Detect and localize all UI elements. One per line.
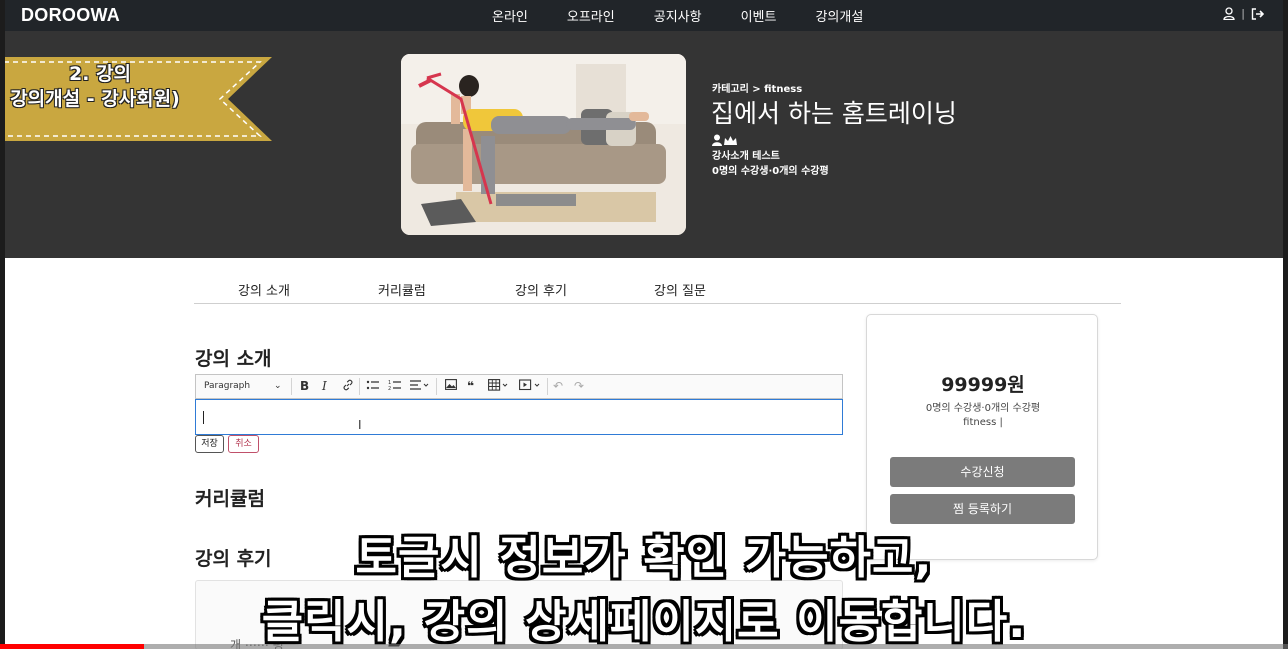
svg-text:2: 2 xyxy=(388,386,391,391)
nav-separator: | xyxy=(1241,7,1245,20)
table-icon[interactable] xyxy=(488,379,510,394)
undo-icon[interactable]: ↶ xyxy=(553,379,563,393)
section-intro-heading: 강의 소개 xyxy=(195,348,272,370)
toolbar-divider xyxy=(547,378,548,395)
tab-intro[interactable]: 강의 소개 xyxy=(238,280,290,299)
align-icon[interactable] xyxy=(410,379,430,394)
nav-link-notice[interactable]: 공지사항 xyxy=(654,6,702,25)
logout-icon[interactable] xyxy=(1251,7,1264,20)
section-curriculum-heading: 커리큘럼 xyxy=(195,488,265,510)
italic-icon[interactable]: I xyxy=(322,379,327,393)
nav-link-event[interactable]: 이벤트 xyxy=(741,6,777,25)
cancel-button[interactable]: 취소 xyxy=(228,435,259,453)
bulleted-list-icon[interactable] xyxy=(366,379,379,394)
quote-icon[interactable]: ❝ xyxy=(467,379,474,393)
numbered-list-icon[interactable]: 12 xyxy=(388,379,401,394)
ibeam-cursor-icon: I xyxy=(358,418,362,432)
ribbon-line-1: 2. 강의 xyxy=(68,63,131,85)
course-price: 99999원 xyxy=(941,374,1025,396)
nav-link-offline[interactable]: 오프라인 xyxy=(567,6,615,25)
nav-links: 온라인 오프라인 공지사항 이벤트 강의개설 xyxy=(492,6,902,25)
intro-editor-area[interactable] xyxy=(195,399,843,435)
card-category: fitness | xyxy=(963,417,1003,428)
chevron-down-icon[interactable]: ⌄ xyxy=(274,381,282,391)
video-progress-fill xyxy=(0,644,145,649)
course-title: 집에서 하는 홈트레이닝 xyxy=(711,99,957,128)
tab-curriculum[interactable]: 커리큘럼 xyxy=(378,280,426,299)
subtitle-line-1: 토글시 정보가 확인 가능하고, xyxy=(355,531,933,584)
link-icon[interactable] xyxy=(342,379,354,394)
wishlist-button[interactable]: 찜 등록하기 xyxy=(890,494,1075,524)
course-stats: 0명의 수강생·0개의 수강평 xyxy=(712,166,829,177)
card-stats: 0명의 수강생·0개의 수강평 xyxy=(925,403,1041,414)
top-navbar: DOROOWA 온라인 오프라인 공지사항 이벤트 강의개설 | xyxy=(0,0,1288,31)
bold-icon[interactable]: B xyxy=(300,379,309,393)
screen: DOROOWA 온라인 오프라인 공지사항 이벤트 강의개설 | 카테고리 > … xyxy=(0,0,1288,649)
save-button[interactable]: 저장 xyxy=(195,435,224,453)
redo-icon[interactable]: ↷ xyxy=(574,379,584,393)
course-tabs: 강의 소개 커리큘럼 강의 후기 강의 질문 xyxy=(194,280,1121,304)
subtitle-line-2: 클릭시, 강의 상세페이지로 이동합니다. xyxy=(261,595,1027,648)
image-icon[interactable] xyxy=(445,379,457,393)
enroll-button[interactable]: 수강신청 xyxy=(890,457,1075,487)
instructor-intro: 강사소개 테스트 xyxy=(712,151,780,162)
paragraph-select[interactable]: Paragraph xyxy=(204,381,250,391)
tab-questions[interactable]: 강의 질문 xyxy=(654,280,706,299)
editor-toolbar: Paragraph ⌄ B I 12 ❝ ↶ ↷ xyxy=(195,374,843,399)
user-icon[interactable] xyxy=(1223,7,1235,20)
video-progress-bar[interactable] xyxy=(0,644,1288,649)
toolbar-divider xyxy=(291,378,292,395)
nav-user-actions: | xyxy=(1223,7,1264,20)
brand-logo[interactable]: DOROOWA xyxy=(21,5,120,26)
course-thumbnail xyxy=(401,54,686,235)
tab-reviews[interactable]: 강의 후기 xyxy=(515,280,567,299)
ribbon-line-2: 강의개설 - 강사회원) xyxy=(10,88,180,110)
text-caret xyxy=(203,411,204,424)
toolbar-divider xyxy=(359,378,360,395)
nav-link-online[interactable]: 온라인 xyxy=(492,6,528,25)
media-embed-icon[interactable] xyxy=(519,379,543,394)
course-category: 카테고리 > fitness xyxy=(712,84,803,95)
nav-link-open-course[interactable]: 강의개설 xyxy=(815,6,863,25)
toolbar-divider xyxy=(436,378,437,395)
